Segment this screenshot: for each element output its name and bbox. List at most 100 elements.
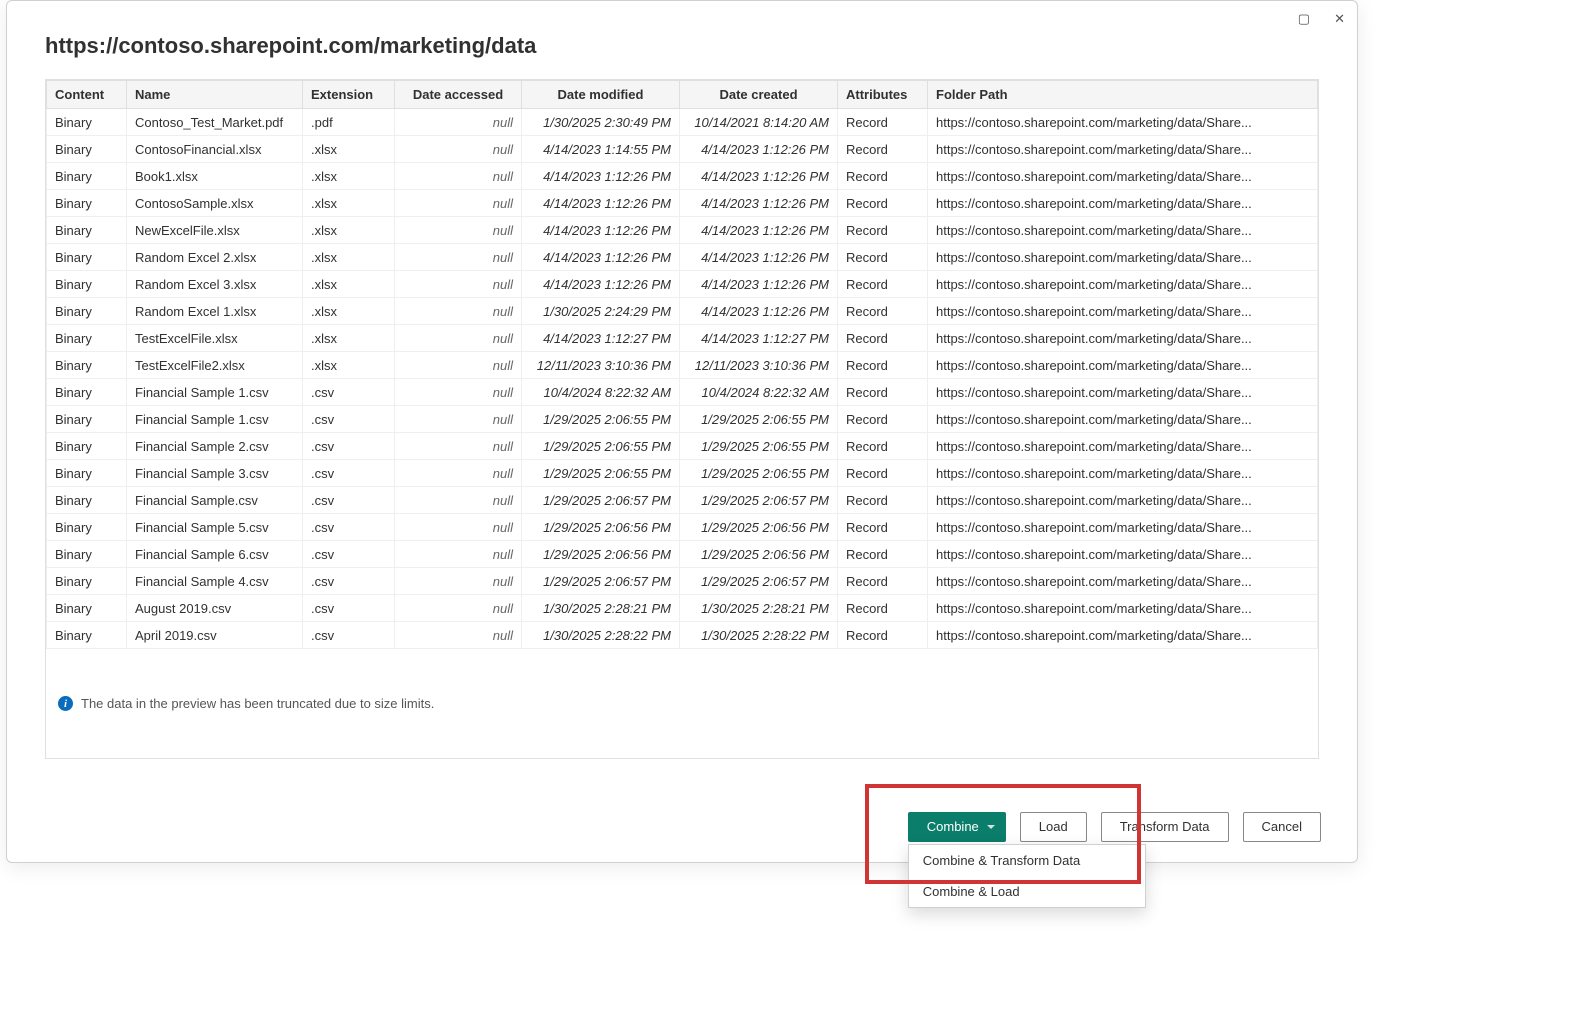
combine-load-item[interactable]: Combine & Load: [909, 876, 1145, 907]
col-folder-path[interactable]: Folder Path: [928, 81, 1318, 109]
table-row[interactable]: BinaryBook1.xlsx.xlsxnull4/14/2023 1:12:…: [47, 163, 1318, 190]
cell-cre: 1/29/2025 2:06:56 PM: [680, 541, 838, 568]
table-row[interactable]: BinaryFinancial Sample.csv.csvnull1/29/2…: [47, 487, 1318, 514]
cell-mod: 1/29/2025 2:06:56 PM: [522, 514, 680, 541]
cell-name: Contoso_Test_Market.pdf: [127, 109, 303, 136]
table-row[interactable]: BinaryRandom Excel 2.xlsx.xlsxnull4/14/2…: [47, 244, 1318, 271]
cell-path: https://contoso.sharepoint.com/marketing…: [928, 487, 1318, 514]
table-row[interactable]: BinaryAugust 2019.csv.csvnull1/30/2025 2…: [47, 595, 1318, 622]
table-row[interactable]: BinaryFinancial Sample 2.csv.csvnull1/29…: [47, 433, 1318, 460]
col-attributes[interactable]: Attributes: [838, 81, 928, 109]
cancel-button[interactable]: Cancel: [1243, 812, 1321, 842]
table-row[interactable]: BinaryFinancial Sample 1.csv.csvnull1/29…: [47, 406, 1318, 433]
cell-mod: 1/29/2025 2:06:55 PM: [522, 433, 680, 460]
cell-name: NewExcelFile.xlsx: [127, 217, 303, 244]
cell-path: https://contoso.sharepoint.com/marketing…: [928, 379, 1318, 406]
cell-acc: null: [395, 271, 522, 298]
table-row[interactable]: BinaryContoso_Test_Market.pdf.pdfnull1/3…: [47, 109, 1318, 136]
cell-content: Binary: [47, 622, 127, 649]
cell-path: https://contoso.sharepoint.com/marketing…: [928, 325, 1318, 352]
cell-name: TestExcelFile2.xlsx: [127, 352, 303, 379]
cell-path: https://contoso.sharepoint.com/marketing…: [928, 460, 1318, 487]
cell-name: April 2019.csv: [127, 622, 303, 649]
table-row[interactable]: BinaryNewExcelFile.xlsx.xlsxnull4/14/202…: [47, 217, 1318, 244]
cell-cre: 1/29/2025 2:06:56 PM: [680, 514, 838, 541]
cell-name: Random Excel 2.xlsx: [127, 244, 303, 271]
cell-mod: 1/29/2025 2:06:55 PM: [522, 460, 680, 487]
cell-mod: 1/30/2025 2:28:22 PM: [522, 622, 680, 649]
cell-content: Binary: [47, 136, 127, 163]
chevron-down-icon: [987, 825, 995, 829]
cell-name: Random Excel 3.xlsx: [127, 271, 303, 298]
navigator-dialog: ▢ ✕ https://contoso.sharepoint.com/marke…: [6, 0, 1358, 863]
cell-path: https://contoso.sharepoint.com/marketing…: [928, 271, 1318, 298]
table-row[interactable]: BinaryRandom Excel 1.xlsx.xlsxnull1/30/2…: [47, 298, 1318, 325]
combine-transform-item[interactable]: Combine & Transform Data: [909, 845, 1145, 876]
cell-name: Book1.xlsx: [127, 163, 303, 190]
cell-cre: 4/14/2023 1:12:26 PM: [680, 244, 838, 271]
cell-ext: .csv: [303, 595, 395, 622]
cell-name: Financial Sample 4.csv: [127, 568, 303, 595]
maximize-icon[interactable]: ▢: [1298, 11, 1310, 27]
cell-name: August 2019.csv: [127, 595, 303, 622]
col-date-modified[interactable]: Date modified: [522, 81, 680, 109]
col-date-accessed[interactable]: Date accessed: [395, 81, 522, 109]
cell-content: Binary: [47, 109, 127, 136]
cell-acc: null: [395, 379, 522, 406]
cell-content: Binary: [47, 217, 127, 244]
table-row[interactable]: BinaryFinancial Sample 3.csv.csvnull1/29…: [47, 460, 1318, 487]
cell-path: https://contoso.sharepoint.com/marketing…: [928, 217, 1318, 244]
combine-button[interactable]: Combine: [908, 812, 1006, 842]
table-row[interactable]: BinaryFinancial Sample 5.csv.csvnull1/29…: [47, 514, 1318, 541]
table-row[interactable]: BinaryContosoSample.xlsx.xlsxnull4/14/20…: [47, 190, 1318, 217]
cell-content: Binary: [47, 190, 127, 217]
col-date-created[interactable]: Date created: [680, 81, 838, 109]
dialog-footer: Combine Combine & Transform Data Combine…: [908, 812, 1321, 842]
cell-cre: 1/29/2025 2:06:57 PM: [680, 568, 838, 595]
col-extension[interactable]: Extension: [303, 81, 395, 109]
cell-cre: 4/14/2023 1:12:26 PM: [680, 190, 838, 217]
preview-table-container: Content Name Extension Date accessed Dat…: [45, 79, 1319, 759]
cell-cre: 10/14/2021 8:14:20 AM: [680, 109, 838, 136]
cell-path: https://contoso.sharepoint.com/marketing…: [928, 244, 1318, 271]
col-name[interactable]: Name: [127, 81, 303, 109]
cell-cre: 1/30/2025 2:28:21 PM: [680, 595, 838, 622]
transform-data-button[interactable]: Transform Data: [1101, 812, 1229, 842]
table-row[interactable]: BinaryFinancial Sample 1.csv.csvnull10/4…: [47, 379, 1318, 406]
table-row[interactable]: BinaryTestExcelFile.xlsx.xlsxnull4/14/20…: [47, 325, 1318, 352]
cell-acc: null: [395, 325, 522, 352]
cell-acc: null: [395, 568, 522, 595]
cell-ext: .csv: [303, 406, 395, 433]
cell-path: https://contoso.sharepoint.com/marketing…: [928, 568, 1318, 595]
cell-acc: null: [395, 109, 522, 136]
cell-path: https://contoso.sharepoint.com/marketing…: [928, 406, 1318, 433]
cell-ext: .pdf: [303, 109, 395, 136]
close-icon[interactable]: ✕: [1334, 11, 1345, 27]
cell-mod: 1/29/2025 2:06:56 PM: [522, 541, 680, 568]
cell-name: Financial Sample 6.csv: [127, 541, 303, 568]
table-row[interactable]: BinaryFinancial Sample 4.csv.csvnull1/29…: [47, 568, 1318, 595]
table-row[interactable]: BinaryRandom Excel 3.xlsx.xlsxnull4/14/2…: [47, 271, 1318, 298]
cell-content: Binary: [47, 163, 127, 190]
cell-cre: 1/30/2025 2:28:22 PM: [680, 622, 838, 649]
table-row[interactable]: BinaryApril 2019.csv.csvnull1/30/2025 2:…: [47, 622, 1318, 649]
cell-acc: null: [395, 433, 522, 460]
cell-acc: null: [395, 622, 522, 649]
table-row[interactable]: BinaryTestExcelFile2.xlsx.xlsxnull12/11/…: [47, 352, 1318, 379]
col-content[interactable]: Content: [47, 81, 127, 109]
cell-cre: 4/14/2023 1:12:26 PM: [680, 298, 838, 325]
cell-acc: null: [395, 541, 522, 568]
table-row[interactable]: BinaryFinancial Sample 6.csv.csvnull1/29…: [47, 541, 1318, 568]
cell-attr: Record: [838, 622, 928, 649]
cell-name: Random Excel 1.xlsx: [127, 298, 303, 325]
cell-content: Binary: [47, 406, 127, 433]
cell-mod: 4/14/2023 1:14:55 PM: [522, 136, 680, 163]
cell-cre: 12/11/2023 3:10:36 PM: [680, 352, 838, 379]
table-row[interactable]: BinaryContosoFinancial.xlsx.xlsxnull4/14…: [47, 136, 1318, 163]
cell-cre: 4/14/2023 1:12:27 PM: [680, 325, 838, 352]
cell-attr: Record: [838, 406, 928, 433]
load-button[interactable]: Load: [1020, 812, 1087, 842]
cell-cre: 1/29/2025 2:06:55 PM: [680, 460, 838, 487]
cell-mod: 1/29/2025 2:06:57 PM: [522, 487, 680, 514]
cell-name: ContosoFinancial.xlsx: [127, 136, 303, 163]
